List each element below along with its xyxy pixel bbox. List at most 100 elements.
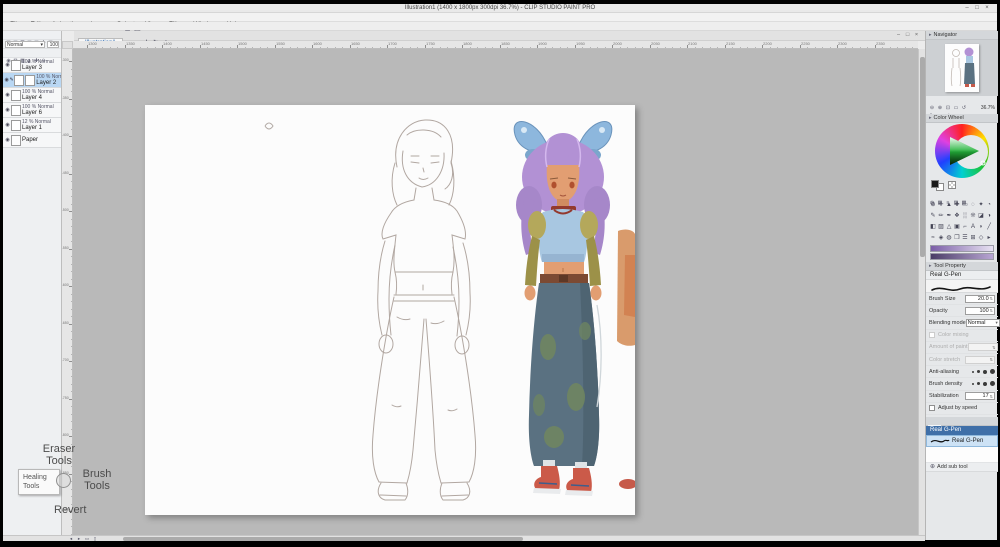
prop-value-box[interactable]: 17 ⇅ — [965, 392, 995, 401]
story-tool-icon[interactable]: ☰ — [961, 233, 969, 244]
gradient-swatch-2[interactable] — [930, 253, 994, 260]
layer-opacity-value[interactable]: 100 — [47, 40, 59, 48]
canvas[interactable] — [145, 105, 637, 515]
liquify-tool-icon[interactable]: ≈ — [929, 233, 937, 244]
horizontal-scrollbar-thumb[interactable] — [123, 537, 523, 541]
auto-select-tool-icon[interactable]: ✦ — [977, 200, 985, 211]
layer-row-layer-1[interactable]: ◉ 12 % Normal Layer 1 — [3, 118, 61, 133]
canvas-viewport[interactable] — [73, 49, 918, 535]
text-tool-icon[interactable]: A — [969, 222, 977, 233]
dot-option[interactable] — [972, 370, 974, 373]
hue-indicator[interactable] — [980, 160, 986, 166]
brush-tool-icon[interactable]: ✒ — [945, 211, 953, 222]
blend-tool-icon[interactable]: ◑ — [985, 211, 993, 222]
selection-tool-icon[interactable]: ▭ — [961, 200, 969, 211]
vertical-scrollbar[interactable] — [918, 49, 925, 535]
navigator-header[interactable]: ▸ Navigator — [926, 31, 998, 40]
frame-tool-icon[interactable]: ▣ — [953, 222, 961, 233]
balloon-tool-icon[interactable]: ◗ — [977, 222, 985, 233]
airbrush-tool-icon[interactable]: ░ — [961, 211, 969, 222]
hue-ring[interactable] — [935, 124, 989, 178]
grid-tool-icon[interactable]: ⊞ — [969, 233, 977, 244]
layer-blend-mode-select[interactable]: Normal ▾ — [5, 40, 45, 48]
layer-row-layer-6[interactable]: ◉ 100 % Normal Layer 6 — [3, 103, 61, 118]
lasso-tool-icon[interactable]: ◌ — [969, 200, 977, 211]
layer-row-paper[interactable]: ◉ Paper — [3, 133, 61, 148]
minimize-button[interactable]: – — [962, 4, 972, 13]
layer-visibility-icon[interactable]: ◉ — [4, 122, 11, 128]
page-icon[interactable]: ▯ — [91, 536, 99, 541]
navigator-preview[interactable] — [926, 40, 998, 96]
horizontal-scrollbar[interactable]: ◂ ▸ ▭ ▯ — [3, 535, 925, 541]
dot-option[interactable] — [983, 369, 987, 374]
layer-row-layer-2[interactable]: ◉✎100 % NormalLayer 2 — [3, 73, 61, 88]
gradient-tool-icon[interactable]: ▨ — [937, 222, 945, 233]
prop-blending-mode[interactable]: Blending mode Normal ▾ — [926, 317, 1000, 330]
gradient-swatch-1[interactable] — [930, 245, 994, 252]
dot-option[interactable] — [972, 382, 974, 385]
operation-tool-icon[interactable]: ▲ — [945, 200, 953, 211]
checkbox[interactable] — [929, 405, 935, 412]
color-wheel-header[interactable]: ▸ Color Wheel — [926, 114, 998, 123]
prop-adjust-by-speed[interactable]: Adjust by speed — [926, 403, 998, 415]
hsv-triangle[interactable] — [935, 124, 989, 178]
eraser-tool-icon[interactable]: ◪ — [977, 211, 985, 222]
prop-brush-density[interactable]: Brush density — [926, 378, 998, 391]
doc-minimize-button[interactable]: – — [894, 32, 903, 38]
fill-tool-icon[interactable]: ◧ — [929, 222, 937, 233]
v-ruler-label: 1350 — [62, 95, 69, 100]
decoration-tool-icon[interactable]: ❊ — [969, 211, 977, 222]
dot-option[interactable] — [977, 370, 980, 374]
tool-property-header[interactable]: ▸ Tool Property — [926, 262, 998, 271]
transparent-color-chip[interactable] — [948, 181, 956, 189]
prop-anti-aliasing[interactable]: Anti-aliasing — [926, 366, 998, 379]
correction-tool-icon[interactable]: ╱ — [985, 222, 993, 233]
layer-visibility-icon[interactable]: ◉ — [4, 92, 11, 98]
maximize-button[interactable]: □ — [972, 4, 982, 13]
fit-width-icon[interactable]: ▭ — [83, 536, 91, 541]
pencil-tool-icon[interactable]: ✏ — [937, 211, 945, 222]
color-wheel[interactable] — [926, 123, 998, 179]
layer-name: Layer 1 — [22, 124, 43, 131]
selection-launcher-icon[interactable]: ◈ — [937, 233, 945, 244]
dot-option[interactable] — [983, 381, 987, 386]
dot-option[interactable] — [990, 381, 995, 387]
timeline-tool-icon[interactable]: ▸ — [985, 233, 993, 244]
watercolor-tool-icon[interactable]: ❖ — [953, 211, 961, 222]
mask-tool-icon[interactable]: ◍ — [945, 233, 953, 244]
doc-close-button[interactable]: × — [912, 32, 921, 38]
scroll-left-icon[interactable]: ◂ — [67, 536, 75, 541]
dot-option[interactable] — [990, 369, 995, 375]
layer-visibility-icon[interactable]: ◉ — [4, 107, 11, 113]
close-button[interactable]: × — [982, 4, 992, 13]
doc-maximize-button[interactable]: □ — [903, 32, 912, 38]
pen-tool-icon[interactable]: ✎ — [929, 211, 937, 222]
move-tool-icon[interactable]: ✛ — [937, 200, 945, 211]
subtool-item-real-g-pen[interactable]: Real G-Pen — [926, 435, 998, 447]
prop-stabilization[interactable]: Stabilization 17 ⇅ — [926, 391, 998, 403]
eyedropper-tool-icon[interactable]: ◔ — [985, 200, 993, 211]
h-ruler-label: 2000 — [613, 41, 622, 47]
h-ruler-label: 1850 — [500, 41, 510, 47]
add-sub-tool-button[interactable]: ⊕ Add sub tool — [926, 463, 998, 472]
layer-row-layer-3[interactable]: ◉ 100 % Normal Layer 3 — [3, 58, 61, 73]
material-tool-icon[interactable]: ❒ — [953, 233, 961, 244]
prop-opacity[interactable]: Opacity 100 ⇅ — [926, 305, 998, 318]
layer-row-layer-4[interactable]: ◉ 100 % Normal Layer 4 — [3, 88, 61, 103]
layer-move-tool-icon[interactable]: ✚ — [953, 200, 961, 211]
prop-dropdown[interactable]: Normal ▾ — [965, 318, 1000, 327]
scroll-right-icon[interactable]: ▸ — [75, 536, 83, 541]
prop-value-box[interactable]: 20.0 ⇅ — [965, 294, 995, 303]
symmetry-tool-icon[interactable]: ◇ — [977, 233, 985, 244]
prop-value-box: ⇅ — [967, 343, 998, 352]
figure-tool-icon[interactable]: △ — [945, 222, 953, 233]
main-color-chip[interactable] — [931, 180, 939, 188]
prop-brush-size[interactable]: Brush Size 20.0 ⇅ — [926, 293, 998, 306]
layer-visibility-icon[interactable]: ◉ — [4, 62, 11, 68]
ruler-tool-icon[interactable]: ⌐ — [961, 222, 969, 233]
layer-visibility-icon[interactable]: ◉ — [4, 137, 11, 143]
prop-value-box[interactable]: 100 ⇅ — [965, 306, 995, 315]
v-ruler-tick — [69, 286, 72, 287]
zoom-tool-icon[interactable]: ⊕ — [929, 200, 937, 211]
dot-option[interactable] — [977, 382, 980, 386]
